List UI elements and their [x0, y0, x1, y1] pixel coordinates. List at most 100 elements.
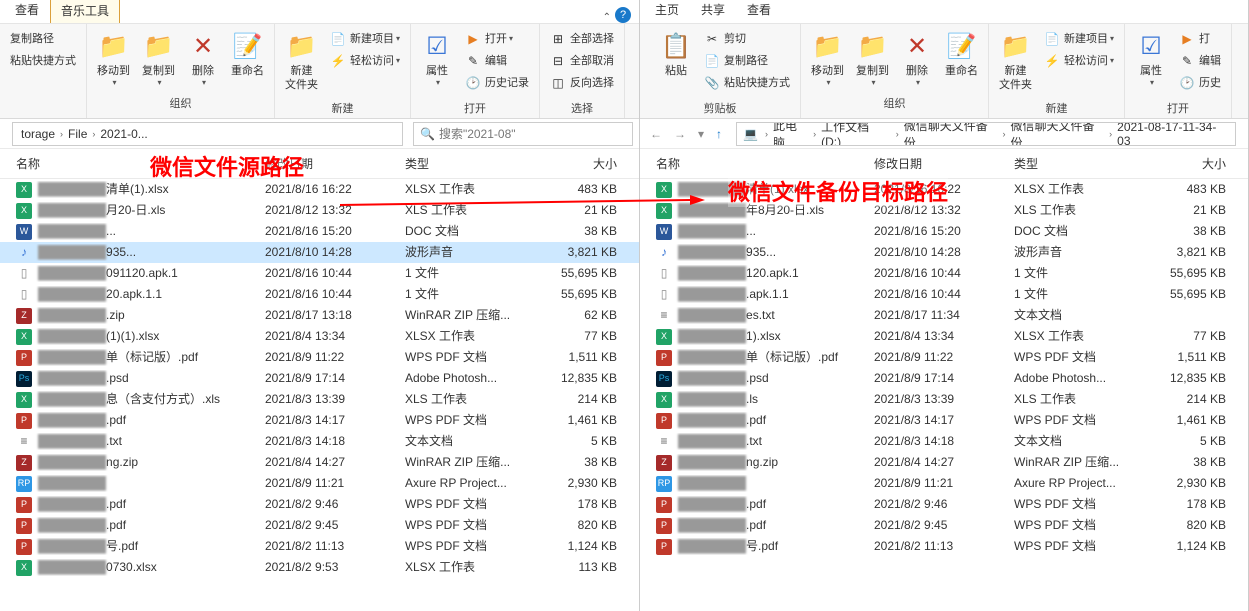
file-row[interactable]: X████████.ls2021/8/3 13:39XLS 工作表214 KB — [640, 389, 1248, 410]
file-row[interactable]: P████████单（标记版）.pdf2021/8/9 11:22WPS PDF… — [640, 347, 1248, 368]
file-row[interactable]: X████████年8月20-日.xls2021/8/12 13:32XLS 工… — [640, 200, 1248, 221]
file-row[interactable]: ≡████████.txt2021/8/3 14:18文本文档5 KB — [0, 431, 639, 452]
breadcrumb-path[interactable]: torage› File› 2021-0... — [12, 122, 403, 146]
file-row[interactable]: P████████.pdf2021/8/2 9:45WPS PDF 文档820 … — [0, 515, 639, 536]
nav-forward-button[interactable]: → — [670, 125, 690, 143]
nav-up-button[interactable]: ↑ — [712, 125, 726, 143]
col-header-date[interactable]: 修改日期 — [265, 155, 405, 172]
collapse-ribbon-icon[interactable]: ⌃ — [603, 12, 611, 23]
file-row[interactable]: X████████月20-日.xls2021/8/12 13:32XLS 工作表… — [0, 200, 639, 221]
file-row[interactable]: P████████.pdf2021/8/2 9:45WPS PDF 文档820 … — [640, 515, 1248, 536]
rename-button[interactable]: 📝重命名 — [939, 26, 984, 82]
file-row[interactable]: Ps████████.psd2021/8/9 17:14Adobe Photos… — [640, 368, 1248, 389]
easy-access-button[interactable]: ⚡轻松访问▾ — [1042, 50, 1116, 72]
tab-view[interactable]: 查看 — [736, 0, 782, 23]
new-item-button[interactable]: 📄新建项目▾ — [328, 28, 402, 50]
delete-button[interactable]: ✕删除▾ — [895, 26, 939, 91]
tab-share[interactable]: 共享 — [690, 0, 736, 23]
column-headers[interactable]: 名称 修改日期 类型 大小 — [640, 149, 1248, 179]
copy-to-button[interactable]: 📁复制到▾ — [136, 26, 181, 91]
search-box[interactable]: 🔍搜索"2021-08" — [413, 122, 633, 146]
file-row[interactable]: X████████0730.xlsx2021/8/2 9:53XLSX 工作表1… — [0, 557, 639, 578]
history-button[interactable]: 🕑历史记录 — [463, 72, 531, 94]
file-row[interactable]: ▯████████20.apk.1.12021/8/16 10:441 文件55… — [0, 284, 639, 305]
bc-segment[interactable]: 微信聊天文件备份 — [902, 122, 1000, 146]
tab-view[interactable]: 查看 — [4, 0, 50, 23]
new-item-button[interactable]: 📄新建项目▾ — [1042, 28, 1116, 50]
new-folder-button[interactable]: 📁新建 文件夹 — [993, 26, 1038, 96]
tab-home[interactable]: 主页 — [644, 0, 690, 23]
help-icon[interactable]: ? — [615, 7, 631, 23]
file-row[interactable]: Ps████████.psd2021/8/9 17:14Adobe Photos… — [0, 368, 639, 389]
file-row[interactable]: P████████号.pdf2021/8/2 11:13WPS PDF 文档1,… — [0, 536, 639, 557]
tab-music-tools[interactable]: 音乐工具 — [50, 0, 120, 23]
move-to-button[interactable]: 📁移动到▾ — [91, 26, 136, 91]
nav-back-button[interactable]: ← — [646, 125, 666, 143]
bc-segment[interactable]: 2021-0... — [98, 127, 149, 141]
bc-segment[interactable]: File — [66, 127, 89, 141]
file-row[interactable]: RP████████2021/8/9 11:21Axure RP Project… — [0, 473, 639, 494]
open-button[interactable]: ▶打 — [1177, 28, 1223, 50]
paste-button[interactable]: 📋粘贴 — [654, 26, 698, 82]
edit-button[interactable]: ✎编辑 — [1177, 50, 1223, 72]
cut-button[interactable]: ✂剪切 — [702, 28, 792, 50]
file-row[interactable]: Z████████ng.zip2021/8/4 14:27WinRAR ZIP … — [640, 452, 1248, 473]
file-row[interactable]: ≡████████es.txt2021/8/17 11:34文本文档 — [640, 305, 1248, 326]
file-row[interactable]: Z████████ng.zip2021/8/4 14:27WinRAR ZIP … — [0, 452, 639, 473]
file-row[interactable]: P████████.pdf2021/8/2 9:46WPS PDF 文档178 … — [640, 494, 1248, 515]
col-header-name[interactable]: 名称 — [656, 155, 874, 172]
file-row[interactable]: X████████清单(1).xlsx2021/8/16 16:22XLSX 工… — [0, 179, 639, 200]
bc-segment[interactable]: 2021-08-17-11-34-03 — [1115, 122, 1229, 146]
col-header-size[interactable]: 大小 — [1154, 155, 1244, 172]
col-header-name[interactable]: 名称 — [16, 155, 265, 172]
file-row[interactable]: ♪████████935...2021/8/10 14:28波形声音3,821 … — [0, 242, 639, 263]
file-row[interactable]: W████████...2021/8/16 15:20DOC 文档38 KB — [0, 221, 639, 242]
file-row[interactable]: RP████████2021/8/9 11:21Axure RP Project… — [640, 473, 1248, 494]
col-header-type[interactable]: 类型 — [405, 155, 545, 172]
file-row[interactable]: Z████████.zip2021/8/17 13:18WinRAR ZIP 压… — [0, 305, 639, 326]
file-row[interactable]: P████████单（标记版）.pdf2021/8/9 11:22WPS PDF… — [0, 347, 639, 368]
select-none-button[interactable]: ⊟全部取消 — [548, 50, 616, 72]
file-row[interactable]: X████████息（含支付方式）.xls2021/8/3 13:39XLS 工… — [0, 389, 639, 410]
file-row[interactable]: ♪████████935...2021/8/10 14:28波形声音3,821 … — [640, 242, 1248, 263]
file-row[interactable]: P████████.pdf2021/8/2 9:46WPS PDF 文档178 … — [0, 494, 639, 515]
file-row[interactable]: P████████号.pdf2021/8/2 11:13WPS PDF 文档1,… — [640, 536, 1248, 557]
file-row[interactable]: X████████清单(1).xlsx2021/8/16 16:22XLSX 工… — [640, 179, 1248, 200]
column-headers[interactable]: 名称 修改日期 类型 大小 — [0, 149, 639, 179]
copy-to-button[interactable]: 📁复制到▾ — [850, 26, 895, 91]
properties-button[interactable]: ☑属性▾ — [1129, 26, 1173, 91]
nav-dropdown-icon[interactable]: ▾ — [694, 125, 708, 143]
history-button[interactable]: 🕑历史 — [1177, 72, 1223, 94]
file-row[interactable]: ≡████████.txt2021/8/3 14:18文本文档5 KB — [640, 431, 1248, 452]
properties-button[interactable]: ☑属性▾ — [415, 26, 459, 91]
bc-segment[interactable]: 此电脑 — [771, 122, 810, 146]
invert-selection-button[interactable]: ◫反向选择 — [548, 72, 616, 94]
col-header-type[interactable]: 类型 — [1014, 155, 1154, 172]
open-button[interactable]: ▶打开▾ — [463, 28, 531, 50]
breadcrumb-path[interactable]: 💻 › 此电脑› 工作文档 (D:)› 微信聊天文件备份› 微信聊天文件备份› … — [736, 122, 1236, 146]
copy-path-button[interactable]: 📄复制路径 — [702, 50, 792, 72]
easy-access-button[interactable]: ⚡轻松访问▾ — [328, 50, 402, 72]
copy-path-button[interactable]: 复制路径 — [8, 28, 78, 50]
paste-shortcut-button[interactable]: 粘贴快捷方式 — [8, 50, 78, 72]
paste-shortcut-button[interactable]: 📎粘贴快捷方式 — [702, 72, 792, 94]
col-header-date[interactable]: 修改日期 — [874, 155, 1014, 172]
bc-segment[interactable]: 工作文档 (D:) — [819, 122, 893, 146]
delete-button[interactable]: ✕删除▾ — [181, 26, 225, 91]
edit-button[interactable]: ✎编辑 — [463, 50, 531, 72]
file-row[interactable]: P████████.pdf2021/8/3 14:17WPS PDF 文档1,4… — [640, 410, 1248, 431]
rename-button[interactable]: 📝重命名 — [225, 26, 270, 82]
file-row[interactable]: ▯████████120.apk.12021/8/16 10:441 文件55,… — [640, 263, 1248, 284]
file-row[interactable]: P████████.pdf2021/8/3 14:17WPS PDF 文档1,4… — [0, 410, 639, 431]
new-folder-button[interactable]: 📁新建 文件夹 — [279, 26, 324, 96]
file-row[interactable]: ▯████████.apk.1.12021/8/16 10:441 文件55,6… — [640, 284, 1248, 305]
move-to-button[interactable]: 📁移动到▾ — [805, 26, 850, 91]
file-row[interactable]: X████████(1)(1).xlsx2021/8/4 13:34XLSX 工… — [0, 326, 639, 347]
bc-segment[interactable]: torage — [19, 127, 57, 141]
col-header-size[interactable]: 大小 — [545, 155, 635, 172]
select-all-button[interactable]: ⊞全部选择 — [548, 28, 616, 50]
file-row[interactable]: W████████...2021/8/16 15:20DOC 文档38 KB — [640, 221, 1248, 242]
file-row[interactable]: ▯████████091120.apk.12021/8/16 10:441 文件… — [0, 263, 639, 284]
file-row[interactable]: X████████1).xlsx2021/8/4 13:34XLSX 工作表77… — [640, 326, 1248, 347]
bc-segment[interactable]: 微信聊天文件备份 — [1008, 122, 1106, 146]
